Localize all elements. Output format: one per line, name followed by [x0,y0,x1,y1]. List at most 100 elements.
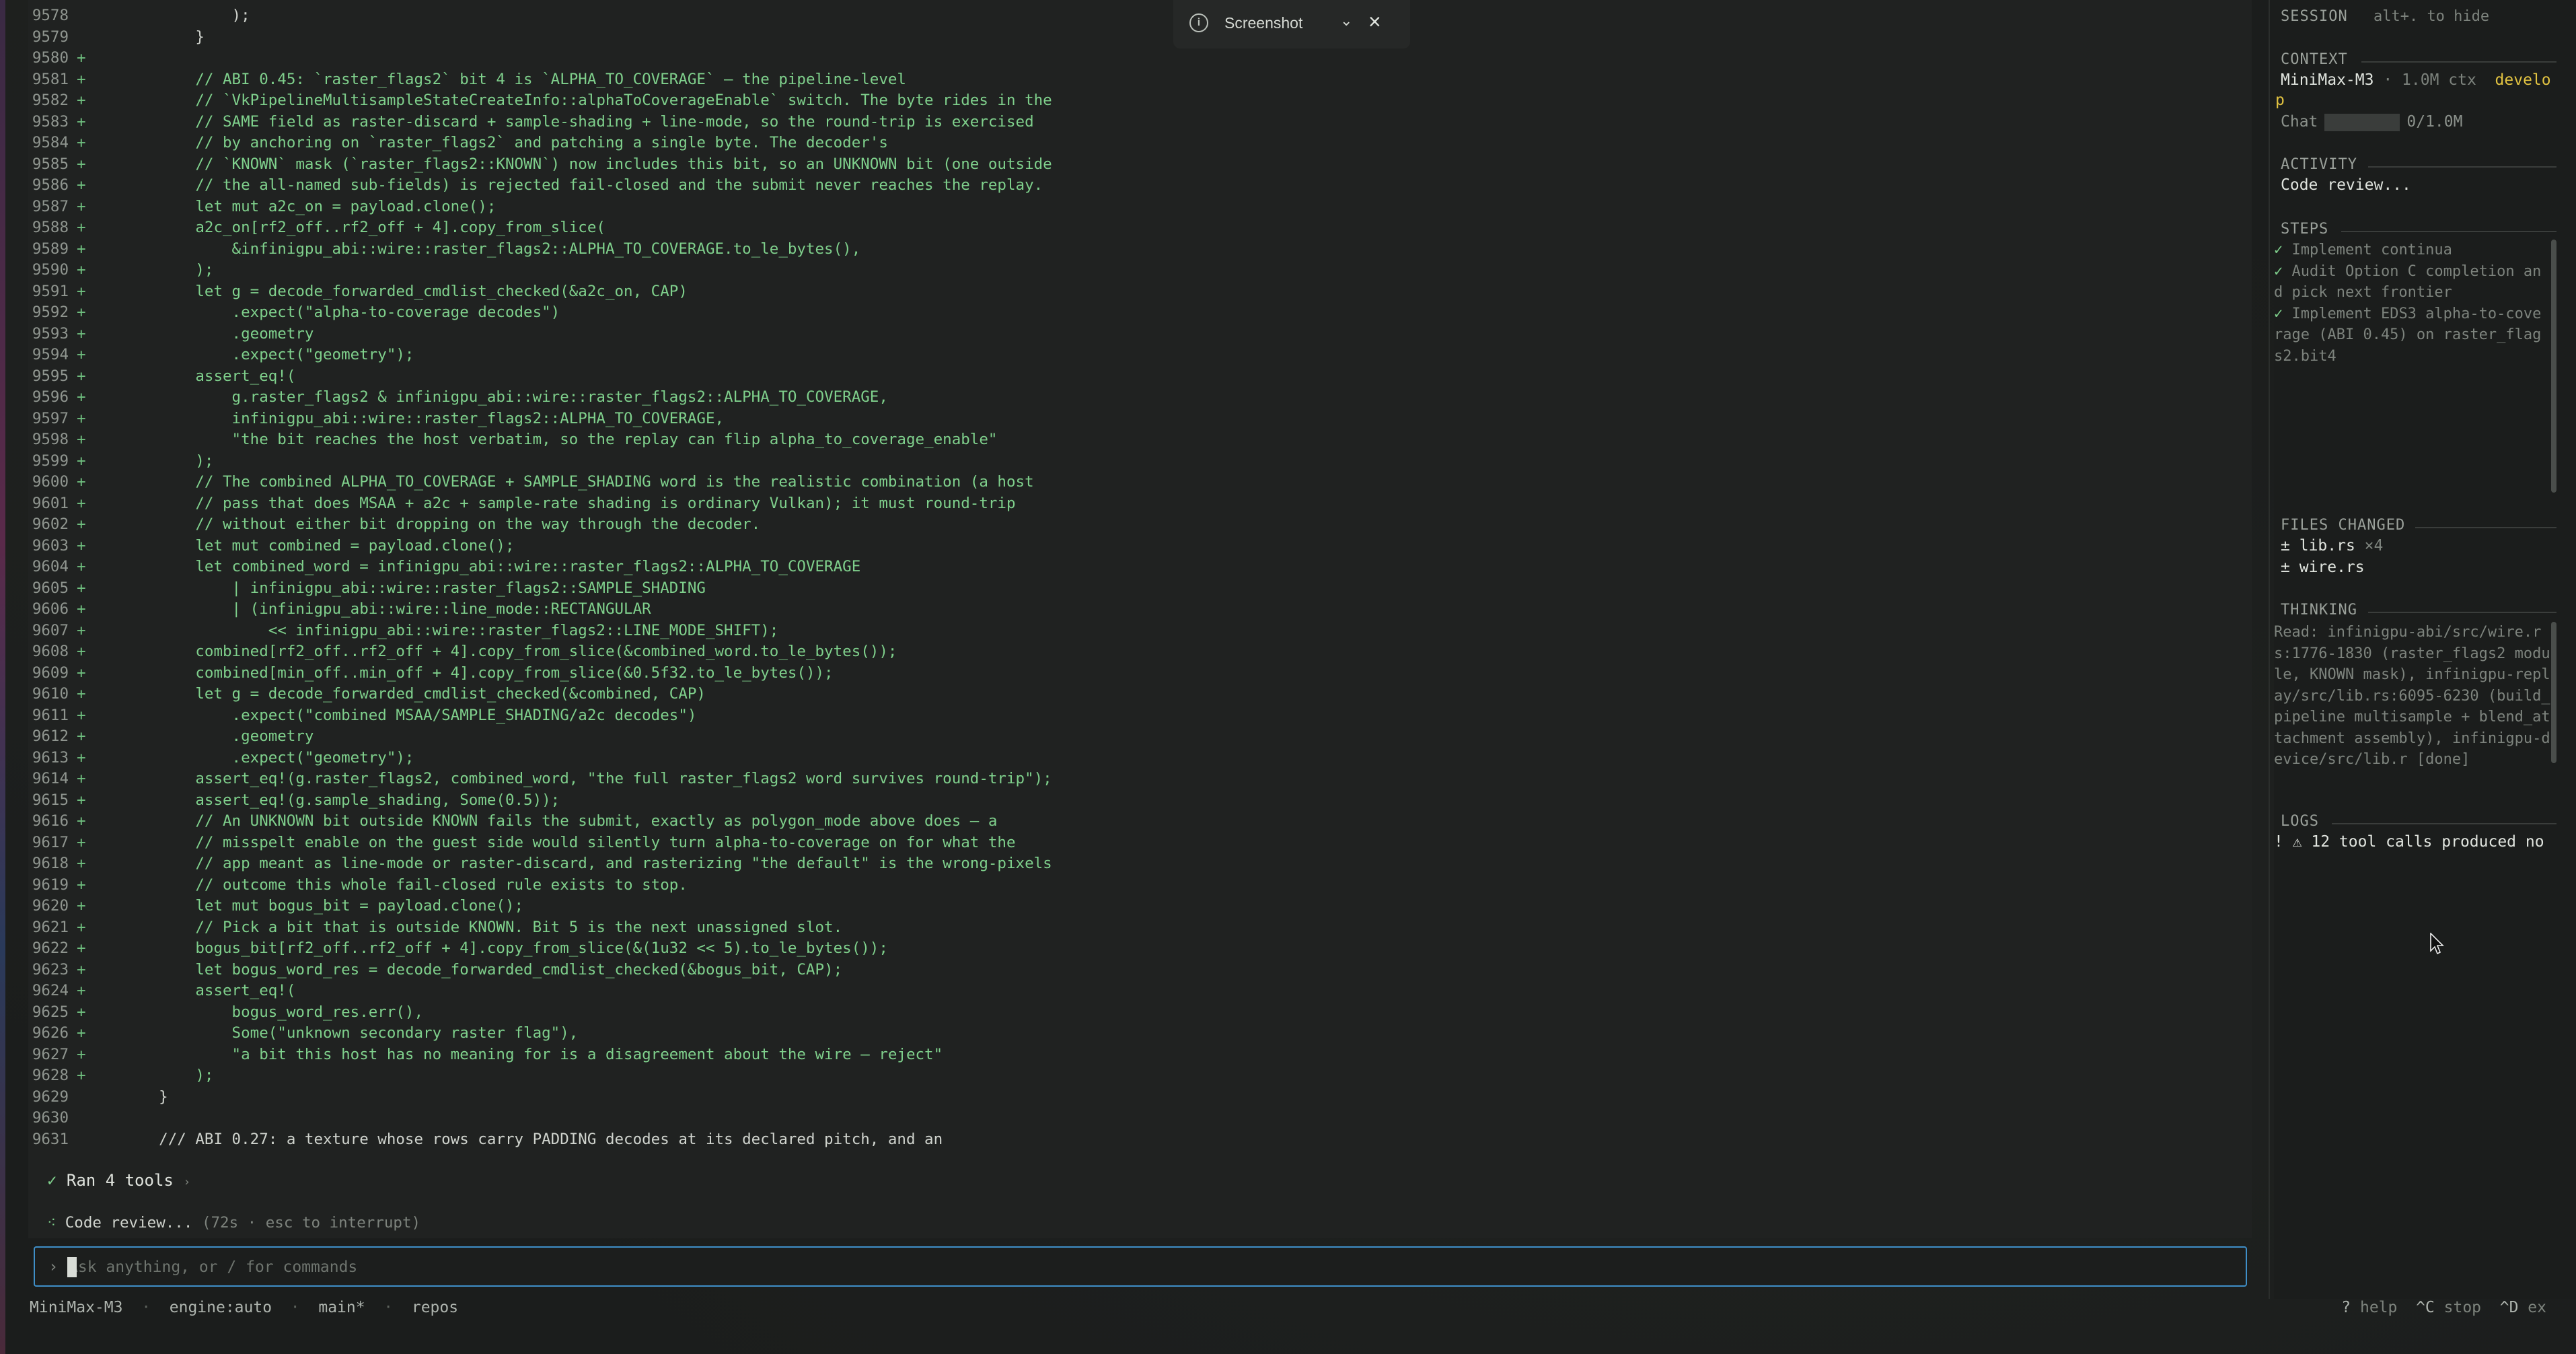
code-line: 9598 + "the bit reaches the host verbatim… [28,429,2252,451]
line-number: 9606 [32,600,69,618]
code-line: 9627 + "a bit this host has no meaning fo… [28,1044,2252,1066]
thinking-scrollbar[interactable] [2551,622,2556,763]
code-line: 9581 + // ABI 0.45: `raster_flags2` bit 4… [28,69,2252,91]
session-hint: alt+. to hide [2373,8,2490,25]
line-number: 9625 [32,1003,69,1021]
code-line: 9614 + assert_eq!(g.raster_flags2, combin… [28,769,2252,790]
code-line: 9629 } [28,1087,2252,1108]
session-sidebar: SESSION alt+. to hide CONTEXT MiniMax-M3… [2274,0,2576,1299]
status-sep: · [290,1299,300,1316]
line-number: 9618 [32,855,69,872]
line-number: 9615 [32,791,69,809]
code-text: .geometry [122,727,314,745]
code-text: // The combined ALPHA_TO_COVERAGE + SAMP… [122,473,1034,491]
diff-marker: + [77,346,86,363]
chevron-down-icon[interactable]: ⌄ [1340,12,1352,30]
diff-marker: + [77,685,86,703]
line-number: 9585 [32,155,69,173]
tools-summary[interactable]: ✓ Ran 4 tools › [47,1171,190,1190]
steps-scrollbar[interactable] [2551,240,2556,493]
code-line: 9586 + // the all-named sub-fields) is re… [28,175,2252,197]
code-line: 9618 + // app meant as line-mode or raste… [28,853,2252,875]
diff-marker: + [77,112,86,131]
line-number: 9627 [32,1045,69,1063]
diff-marker: + [77,643,86,660]
code-line: 9600 + // The combined ALPHA_TO_COVERAGE … [28,472,2252,493]
context-branch: develo [2495,71,2551,89]
code-line: 9604 + let combined_word = infinigpu_abi:… [28,557,2252,578]
code-text: // outcome this whole fail-closed rule e… [122,876,688,894]
screenshot-title: Screenshot [1224,14,1303,32]
code-line: 9592 + .expect("alpha-to-coverage decodes… [28,302,2252,324]
line-number: 9599 [32,452,69,470]
command-input-box[interactable]: › [34,1246,2247,1287]
line-number: 9592 [32,304,69,321]
chevron-right-icon[interactable]: › [183,1175,190,1189]
status-branch: main* [318,1299,365,1316]
line-number: 9628 [32,1067,69,1084]
diff-marker: + [77,92,86,109]
diff-marker: + [77,197,86,215]
file-item[interactable]: ± lib.rs ×4 [2281,537,2383,555]
check-icon: ✓ [2274,242,2283,258]
diff-marker: + [77,1045,86,1063]
line-number: 9610 [32,685,69,703]
line-number: 9594 [32,346,69,363]
code-text: // An UNKNOWN bit outside KNOWN fails th… [122,812,998,830]
code-line: 9599 + ); [28,451,2252,472]
code-text: g.raster_flags2 & infinigpu_abi::wire::r… [122,388,888,406]
step-text: Implement EDS3 alpha-to-coverage (ABI 0.… [2274,305,2542,365]
line-number: 9601 [32,494,69,512]
diff-marker: + [77,134,86,151]
diff-marker: + [77,473,86,491]
code-line: 9594 + .expect("geometry"); [28,345,2252,366]
code-text: infinigpu_abi::wire::raster_flags2::ALPH… [122,409,725,427]
line-number: 9617 [32,833,69,851]
diff-marker: + [77,579,86,597]
code-line: 9624 + assert_eq!( [28,981,2252,1002]
code-line: 9613 + .expect("geometry"); [28,748,2252,769]
code-line: 9617 + // misspelt enable on the guest si… [28,832,2252,854]
line-number: 9612 [32,727,69,745]
file-item[interactable]: ± wire.rs [2281,559,2374,576]
check-icon: ✓ [47,1171,57,1190]
code-line: 9631 /// ABI 0.27: a texture whose rows … [28,1129,2252,1151]
diff-marker: + [77,727,86,745]
line-number: 9597 [32,409,69,427]
steps-list[interactable]: ✓ Implement continua ✓ Audit Option C com… [2274,240,2548,367]
code-text: // by anchoring on `raster_flags2` and p… [122,134,888,151]
diff-marker: + [77,1067,86,1084]
close-icon[interactable]: × [1368,9,1381,34]
code-diff: 9578 ); 9579 } 9580 +9581 + // ABI 0.45: `ra… [28,5,2252,1150]
keybind-hints: ? help ^C stop ^D ex [2341,1299,2546,1316]
files-header: FILES CHANGED [2281,517,2556,534]
logs-header: LOGS [2281,813,2556,830]
thinking-label: THINKING [2281,602,2357,618]
screenshot-toolbar[interactable]: i Screenshot ⌄ × [1173,0,1410,48]
diff-marker: + [77,982,86,999]
code-text: ); [122,261,214,279]
transcript-pane[interactable]: 9578 ); 9579 } 9580 +9581 + // ABI 0.45: `ra… [28,0,2252,1238]
context-model: MiniMax-M3 [2281,71,2374,89]
exit-key: ^D [2499,1299,2519,1316]
code-text: let g = decode_forwarded_cmdlist_checked… [122,685,706,703]
code-text: bogus_bit[rf2_off..rf2_off + 4].copy_fro… [122,939,888,957]
diff-marker: + [77,324,86,343]
info-icon[interactable]: i [1189,13,1208,32]
step-text: Audit Option C completion and pick next … [2274,262,2542,301]
context-header: CONTEXT [2281,51,2556,68]
diff-marker: + [77,876,86,894]
diff-marker: + [77,621,86,639]
line-number: 9607 [32,621,69,639]
line-number: 9600 [32,473,69,491]
code-line: 9579 } [28,27,2252,48]
line-number: 9584 [32,134,69,151]
command-input[interactable] [67,1253,2223,1281]
file-change-icon: ± [2281,537,2290,555]
code-text: assert_eq!( [122,982,296,999]
diff-marker: + [77,770,86,787]
diff-marker: + [77,833,86,851]
diff-marker: + [77,812,86,830]
logs-text: ! ⚠ 12 tool calls produced no [2274,833,2544,851]
pane-divider[interactable] [2269,0,2270,1299]
